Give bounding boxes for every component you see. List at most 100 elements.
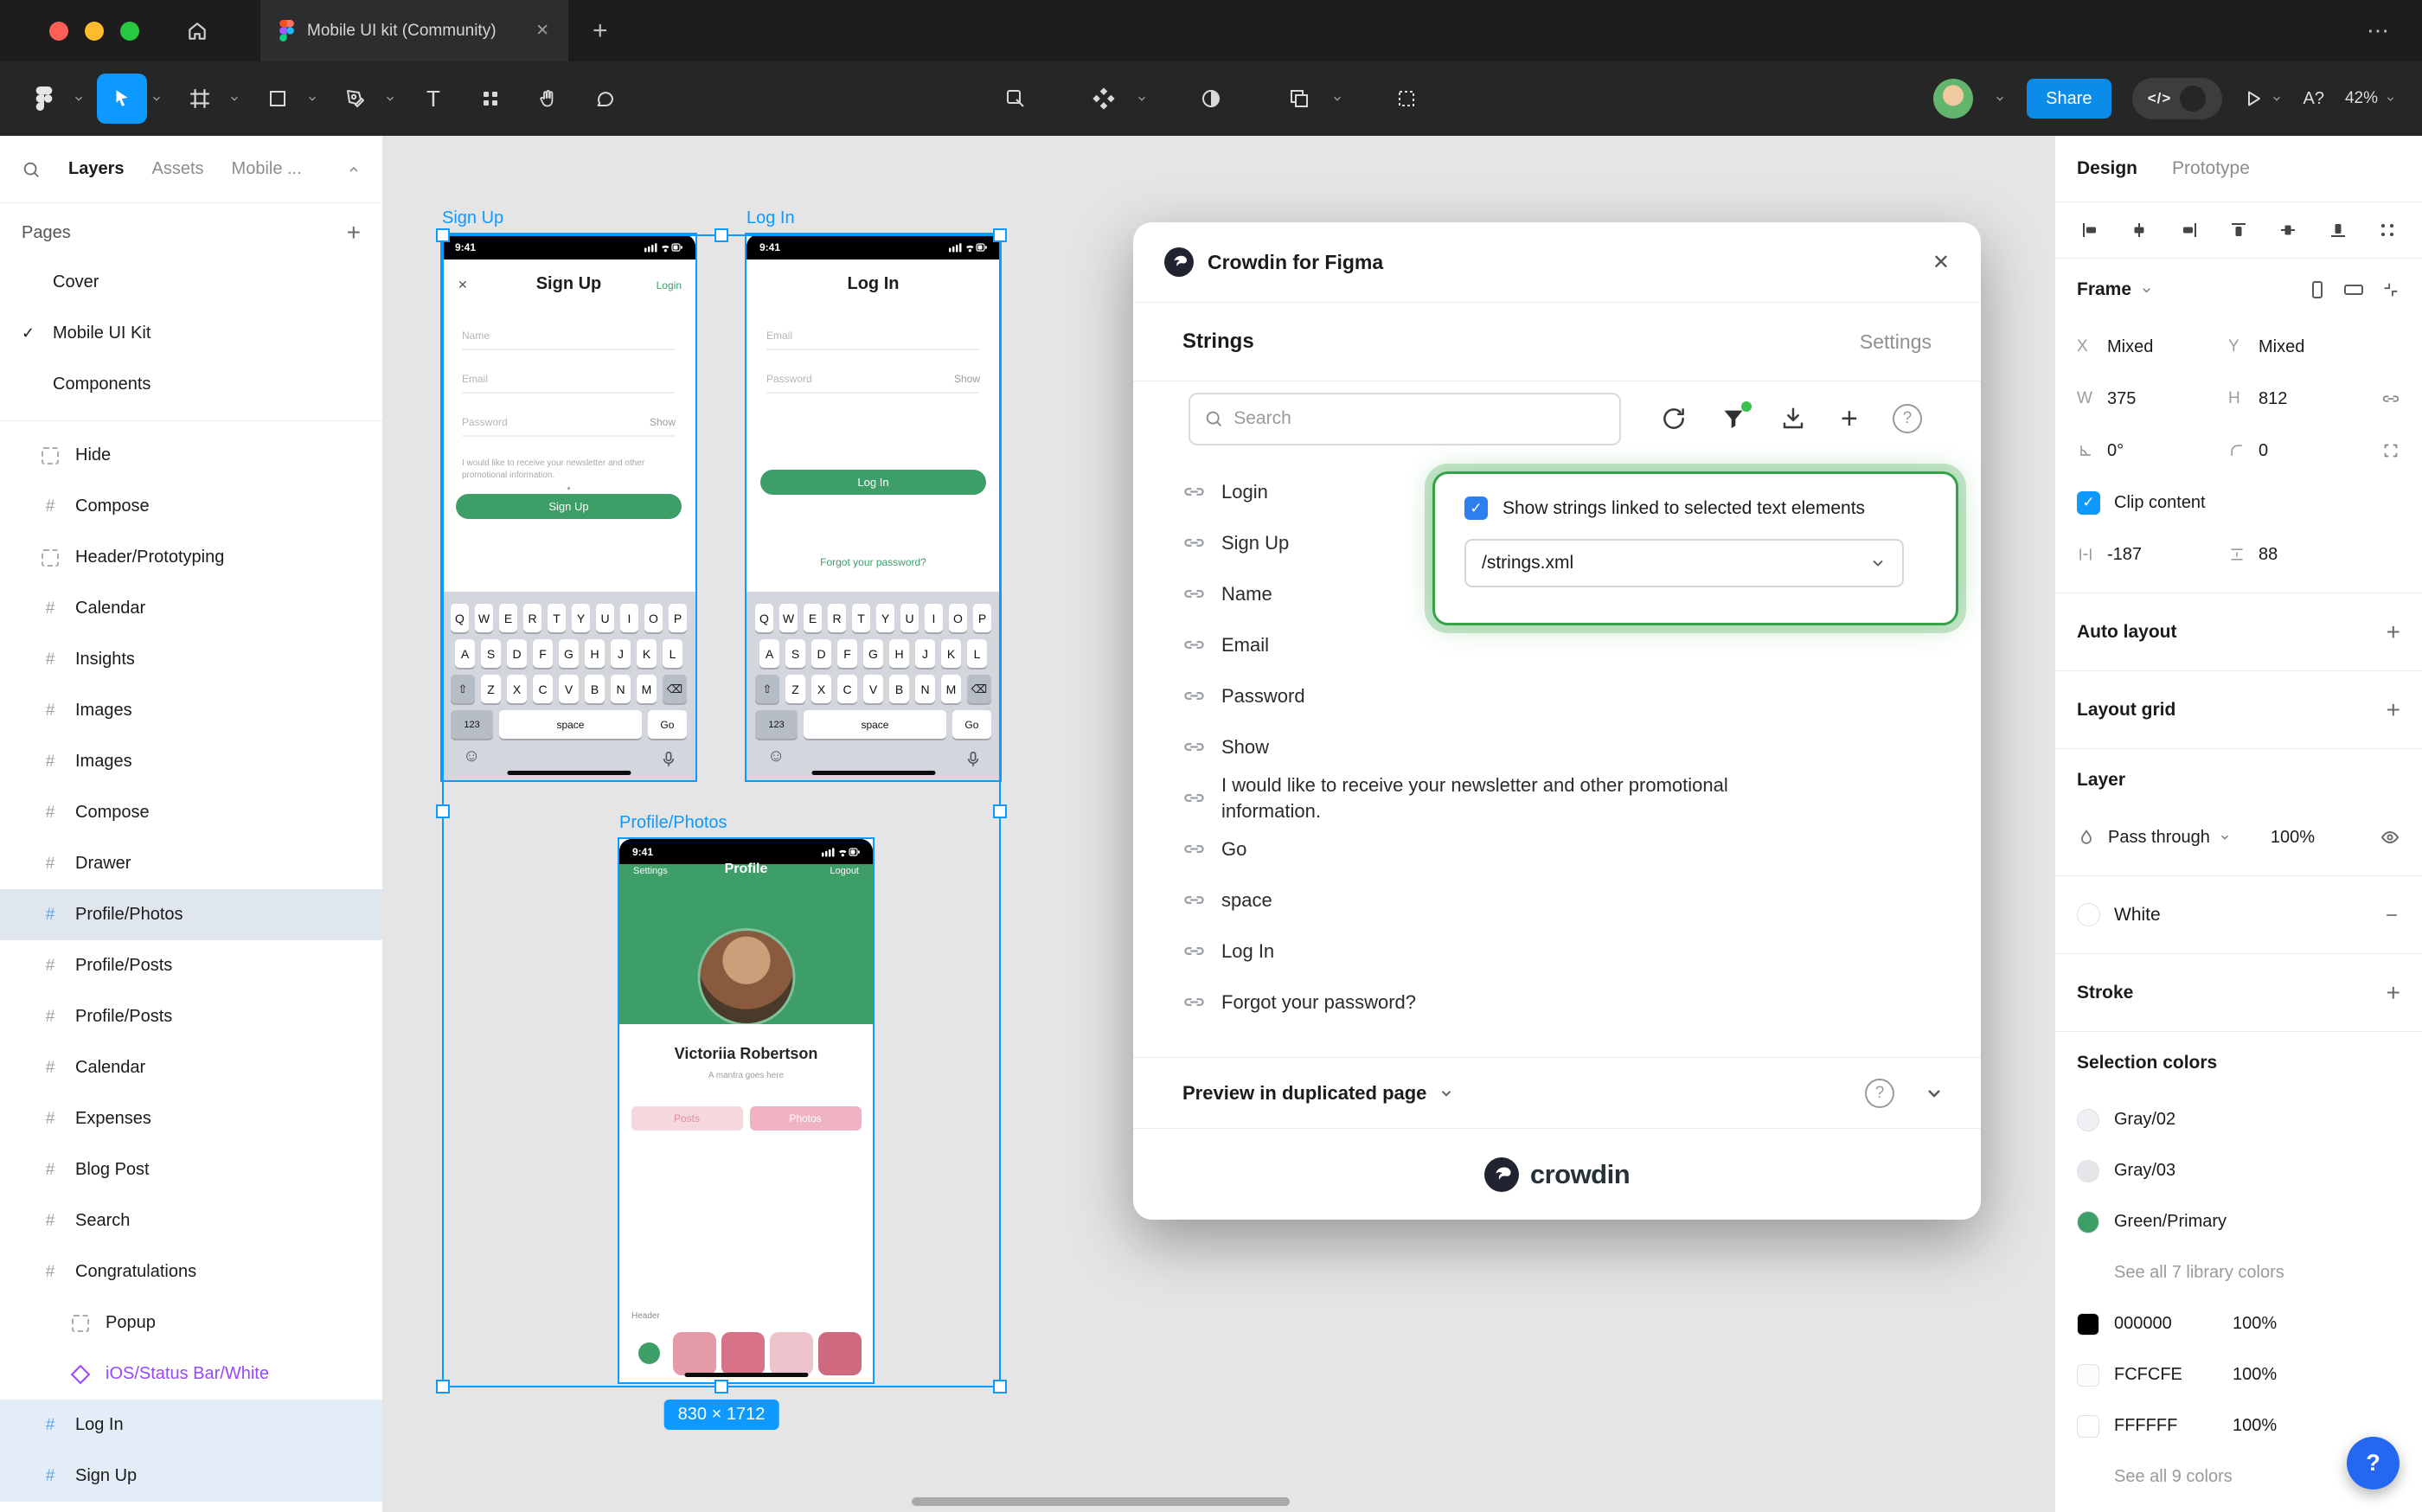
selection-handle[interactable] — [993, 804, 1007, 818]
tab-strings[interactable]: Strings — [1182, 330, 1254, 354]
layer-row[interactable]: Blog Post — [0, 1144, 382, 1195]
outline-icon[interactable] — [1381, 74, 1432, 124]
home-icon[interactable] — [177, 11, 217, 51]
add-page-button[interactable]: + — [347, 221, 361, 245]
color-row[interactable]: Gray/03 — [2055, 1145, 2422, 1196]
close-dialog-icon[interactable]: ✕ — [1932, 250, 1950, 275]
collapse-panel-icon[interactable] — [347, 163, 361, 176]
frame-title-sign-up[interactable]: Sign Up — [442, 208, 503, 228]
layer-row[interactable]: Calendar — [0, 583, 382, 634]
layer-row[interactable]: Insights — [0, 634, 382, 685]
corner-radius-field[interactable]: 0 — [2228, 441, 2380, 461]
help-icon[interactable]: ? — [1893, 404, 1922, 433]
visibility-eye-icon[interactable] — [2380, 827, 2400, 848]
color-row[interactable]: Green/Primary — [2055, 1196, 2422, 1247]
align-top-icon[interactable] — [2228, 220, 2249, 240]
shortcut-hint[interactable]: A? — [2303, 89, 2324, 109]
search-box[interactable] — [1189, 393, 1621, 445]
frame-sign-up[interactable]: 9:41 ✕ Sign Up Login Name Email Password… — [442, 234, 695, 780]
string-row[interactable]: I would like to receive your newsletter … — [1182, 772, 1932, 823]
tab-layers[interactable]: Layers — [68, 159, 125, 179]
horizontal-scrollbar[interactable] — [912, 1497, 1290, 1506]
blend-mode-value[interactable]: Pass through — [2108, 828, 2210, 848]
export-icon[interactable] — [1780, 406, 1806, 432]
layer-row[interactable]: Expenses — [0, 1093, 382, 1144]
string-row[interactable]: Show — [1182, 721, 1932, 772]
search-icon[interactable] — [22, 160, 41, 179]
layer-row[interactable]: Images — [0, 736, 382, 787]
width-field[interactable]: W375 — [2077, 389, 2228, 409]
preview-label[interactable]: Preview in duplicated page — [1182, 1082, 1426, 1105]
layer-row[interactable]: Profile/Posts — [0, 991, 382, 1042]
align-left-icon[interactable] — [2079, 220, 2100, 240]
layer-row[interactable]: Search — [0, 1195, 382, 1246]
help-button[interactable]: ? — [2347, 1437, 2400, 1490]
dev-mode-toggle[interactable]: </> — [2132, 78, 2222, 119]
present-icon[interactable] — [2243, 88, 2264, 109]
use-as-mask-icon[interactable] — [1186, 74, 1236, 124]
tidy-up-icon[interactable] — [2377, 220, 2398, 240]
component-chevron-icon[interactable] — [1136, 93, 1148, 105]
clip-content-row[interactable]: ✓ Clip content — [2077, 477, 2400, 529]
chevron-down-icon[interactable] — [2140, 284, 2153, 297]
tab-design[interactable]: Design — [2077, 158, 2137, 179]
add-string-icon[interactable]: + — [1841, 402, 1858, 436]
horizontal-offset-field[interactable]: -187 — [2077, 545, 2228, 565]
frame-log-in[interactable]: 9:41 Log In Email PasswordShow Log In Fo… — [746, 234, 1000, 780]
preview-chevron-icon[interactable] — [1438, 1086, 1454, 1101]
selection-handle[interactable] — [993, 1380, 1007, 1393]
string-row[interactable]: Email — [1182, 619, 1932, 670]
align-bottom-icon[interactable] — [2328, 220, 2348, 240]
tab-settings[interactable]: Settings — [1860, 330, 1932, 354]
share-button[interactable]: Share — [2027, 79, 2111, 119]
color-row[interactable]: 000000 100% — [2055, 1298, 2422, 1349]
add-stroke-button[interactable]: + — [2387, 979, 2400, 1007]
selection-handle[interactable] — [714, 228, 728, 242]
filter-icon[interactable] — [1721, 407, 1746, 431]
window-menu-icon[interactable]: ⋯ — [2367, 17, 2422, 44]
create-component-icon[interactable] — [1079, 74, 1129, 124]
layer-row[interactable]: Sign Up — [0, 1451, 382, 1502]
constrain-proportions-icon[interactable] — [2381, 389, 2400, 408]
x-position-field[interactable]: XMixed — [2077, 337, 2228, 357]
boolean-chevron-icon[interactable] — [1331, 93, 1343, 105]
layer-row[interactable]: Hide — [0, 430, 382, 481]
file-tab[interactable]: Mobile UI kit (Community) ✕ — [260, 0, 568, 61]
page-row[interactable]: ✓ Components — [0, 359, 382, 410]
shape-tool-button[interactable] — [253, 74, 303, 124]
fill-swatch[interactable] — [2077, 903, 2100, 926]
main-menu-button[interactable] — [19, 74, 69, 124]
boolean-groups-icon[interactable] — [1274, 74, 1324, 124]
present-chevron-icon[interactable] — [2271, 93, 2283, 105]
linked-strings-checkbox[interactable]: ✓ — [1464, 497, 1488, 520]
color-row[interactable]: FCFCFE 100% — [2055, 1349, 2422, 1400]
blend-mode-icon[interactable] — [2077, 828, 2096, 847]
string-row[interactable]: Log In — [1182, 926, 1932, 977]
add-layout-grid-button[interactable]: + — [2387, 696, 2400, 724]
zoom-window-button[interactable] — [120, 22, 139, 41]
layer-row[interactable]: Compose — [0, 787, 382, 838]
landscape-preset-icon[interactable] — [2343, 281, 2364, 298]
color-row[interactable]: Gray/02 — [2055, 1094, 2422, 1145]
layer-row[interactable]: Popup — [0, 1297, 382, 1349]
string-row[interactable]: Forgot your password? — [1182, 977, 1932, 1028]
zoom-menu[interactable]: 42% — [2345, 89, 2396, 108]
close-window-button[interactable] — [49, 22, 68, 41]
selection-handle[interactable] — [436, 1380, 450, 1393]
frame-tool-button[interactable] — [175, 74, 225, 124]
frame-tool-chevron-icon[interactable] — [228, 93, 240, 105]
vertical-offset-field[interactable]: 88 — [2228, 545, 2380, 565]
minimize-window-button[interactable] — [85, 22, 104, 41]
tab-file-name[interactable]: Mobile ... — [232, 159, 302, 179]
edit-object-icon[interactable] — [990, 74, 1041, 124]
layer-row[interactable]: Images — [0, 685, 382, 736]
move-tool-button[interactable] — [97, 74, 147, 124]
add-auto-layout-button[interactable]: + — [2387, 618, 2400, 646]
text-tool-button[interactable]: T — [408, 74, 458, 124]
opacity-value[interactable]: 100% — [2271, 828, 2315, 848]
portrait-preset-icon[interactable] — [2309, 280, 2326, 299]
menu-chevron-icon[interactable] — [73, 93, 85, 105]
tab-prototype[interactable]: Prototype — [2172, 158, 2250, 179]
pen-tool-chevron-icon[interactable] — [384, 93, 396, 105]
layer-row[interactable]: Profile/Photos — [0, 889, 382, 940]
